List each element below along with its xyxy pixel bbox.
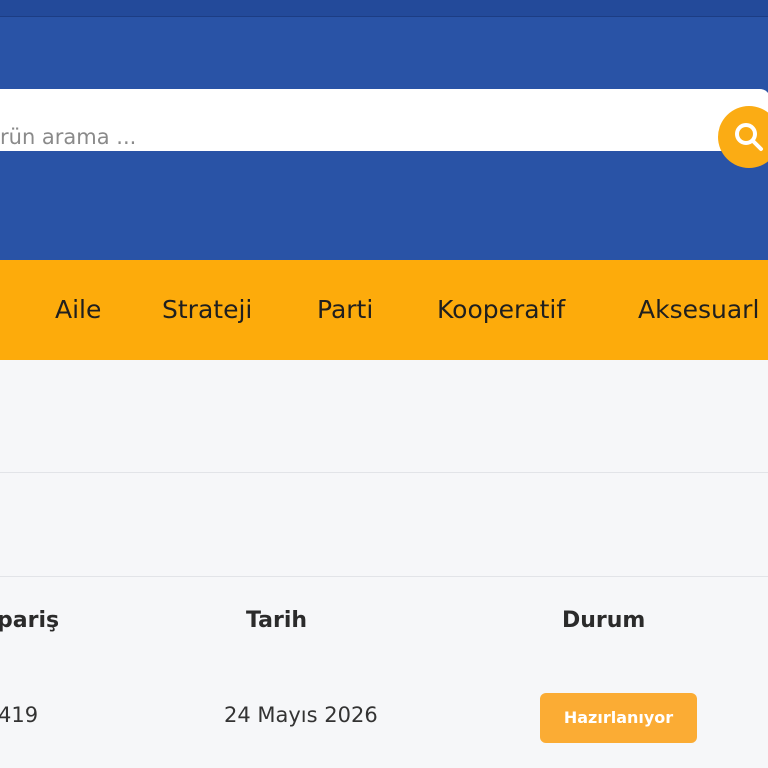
order-date: 24 Mayıs 2026 xyxy=(224,703,378,727)
column-header-order: pariş xyxy=(0,608,60,633)
column-header-date: Tarih xyxy=(246,608,308,633)
status-badge: Hazırlanıyor xyxy=(540,693,697,743)
nav-item-parti[interactable]: Parti xyxy=(317,260,373,360)
order-number[interactable]: 419 xyxy=(0,703,38,727)
nav-item-kooperatif[interactable]: Kooperatif xyxy=(437,260,565,360)
top-strip xyxy=(0,0,768,17)
nav-item-strateji[interactable]: Strateji xyxy=(162,260,252,360)
nav-item-aile[interactable]: Aile xyxy=(55,260,101,360)
search-input[interactable] xyxy=(0,106,715,168)
search-icon xyxy=(735,123,763,151)
divider xyxy=(0,576,768,577)
column-header-status: Durum xyxy=(562,608,646,633)
divider xyxy=(0,472,768,473)
nav-item-aksesuarlar[interactable]: Aksesuarl xyxy=(638,260,759,360)
category-nav: Aile Strateji Parti Kooperatif Aksesuarl xyxy=(0,260,768,360)
